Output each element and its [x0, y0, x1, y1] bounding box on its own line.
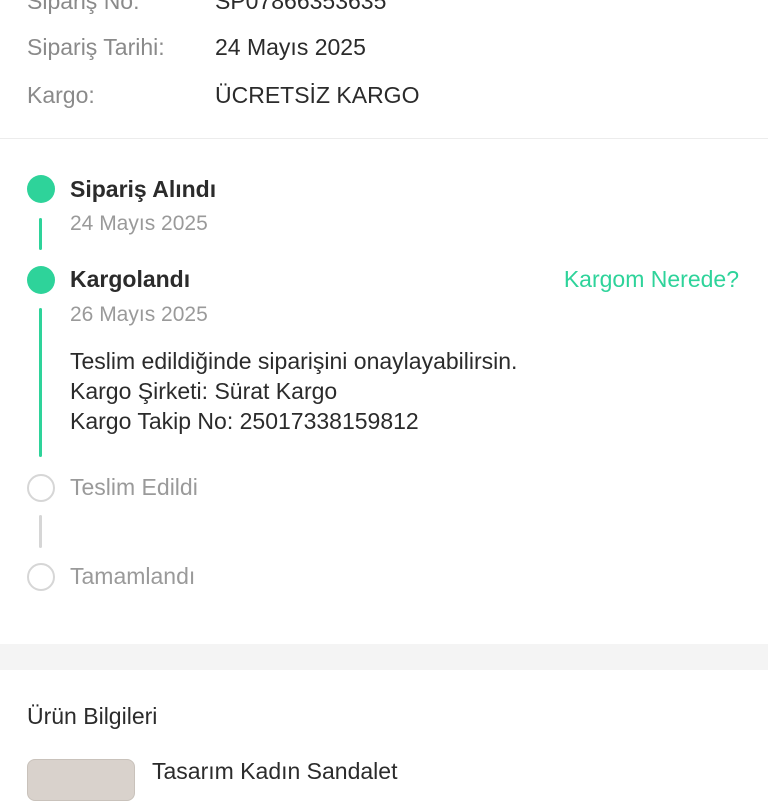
step-received-date: 24 Mayıs 2025	[70, 212, 208, 235]
step-completed-title: Tamamlandı	[70, 563, 196, 589]
shipping-row: Kargo: ÜCRETSİZ KARGO	[27, 80, 747, 110]
step-delivered-pending-icon	[27, 474, 55, 502]
step-received-check-icon	[27, 175, 55, 203]
shipping-label: Kargo:	[27, 82, 95, 108]
order-date-row: Sipariş Tarihi: 24 Mayıs 2025	[27, 32, 747, 62]
order-number-label: Sipariş No:	[27, 0, 140, 14]
timeline-connector	[39, 218, 42, 250]
shipping-value: ÜCRETSİZ KARGO	[215, 82, 420, 108]
timeline-connector	[39, 515, 42, 548]
product-info-heading: Ürün Bilgileri	[27, 703, 158, 729]
order-status-timeline: Sipariş Alındı 24 Mayıs 2025 Kargolandı …	[0, 139, 768, 644]
product-info-section: Ürün Bilgileri Tasarım Kadın Sandalet	[0, 670, 768, 801]
product-thumbnail[interactable]	[27, 759, 135, 801]
section-divider	[0, 644, 768, 670]
cargo-company: Kargo Şirketi: Sürat Kargo	[70, 378, 338, 404]
step-shipped-check-icon	[27, 266, 55, 294]
step-completed-pending-icon	[27, 563, 55, 591]
step-shipped-date: 26 Mayıs 2025	[70, 303, 208, 326]
step-shipped-title: Kargolandı	[70, 266, 191, 292]
product-name[interactable]: Tasarım Kadın Sandalet	[152, 756, 397, 786]
order-number-value: SP07866353635	[215, 0, 387, 14]
where-is-my-cargo-link[interactable]: Kargom Nerede?	[564, 264, 739, 294]
timeline-connector	[39, 308, 42, 457]
step-received-title: Sipariş Alındı	[70, 176, 217, 202]
cargo-tracking-number[interactable]: Kargo Takip No: 25017338159812	[70, 406, 419, 436]
order-info-section: Sipariş No: SP07866353635 Sipariş Tarihi…	[0, 0, 768, 139]
order-date-value: 24 Mayıs 2025	[215, 34, 366, 60]
order-number-row: Sipariş No: SP07866353635	[27, 0, 747, 16]
step-delivered-title: Teslim Edildi	[70, 474, 198, 500]
order-date-label: Sipariş Tarihi:	[27, 34, 165, 60]
delivery-confirm-note: Teslim edildiğinde siparişini onaylayabi…	[70, 348, 518, 374]
